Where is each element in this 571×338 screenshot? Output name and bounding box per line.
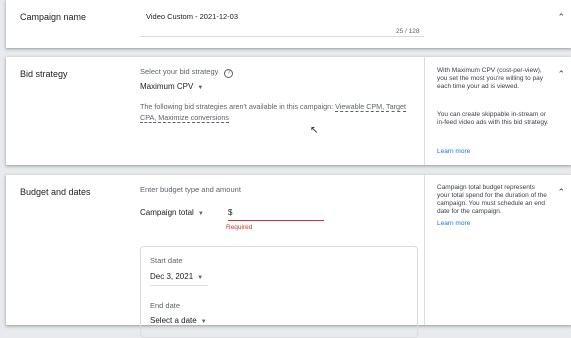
budget-dates-card: Budget and dates Enter budget type and a… [6, 175, 571, 338]
bid-strategy-card: Bid strategy Select your bid strategy ? … [6, 57, 571, 165]
chevron-up-icon[interactable]: ⌃ [557, 12, 565, 23]
caret-down-icon: ▼ [197, 211, 204, 217]
campaign-name-char-count: 25 / 128 [396, 28, 420, 35]
chevron-up-icon[interactable]: ⌃ [557, 69, 565, 80]
campaign-name-title: Campaign name [20, 12, 87, 22]
budget-type-select[interactable]: Campaign total ▼ [140, 208, 204, 217]
bid-strategy-selected: Maximum CPV [140, 82, 194, 91]
bid-strategy-select[interactable]: Maximum CPV ▼ [140, 82, 203, 91]
budget-prompt: Enter budget type and amount [140, 185, 241, 194]
budget-amount-input[interactable]: $ [228, 205, 324, 221]
start-date-select[interactable]: Dec 3, 2021 ▼ [150, 272, 208, 286]
chevron-up-icon[interactable]: ⌃ [557, 187, 565, 198]
unavailable-text: The following bid strategies aren't avai… [140, 102, 334, 111]
date-picker-box: Start date Dec 3, 2021 ▼ End date Select … [140, 246, 418, 338]
unavailable-maximize-conversions[interactable]: Maximize conversions [158, 113, 229, 123]
caret-down-icon: ▼ [197, 275, 204, 281]
unavailable-viewable-cpm[interactable]: Viewable CPM, [335, 102, 385, 112]
budget-required-error: Required [226, 224, 253, 231]
bid-learn-more-link[interactable]: Learn more [437, 148, 549, 156]
campaign-name-value: Video Custom - 2021-12-03 [146, 12, 238, 21]
start-date-value: Dec 3, 2021 [150, 272, 194, 281]
campaign-name-card: Campaign name Video Custom - 2021-12-03 … [6, 0, 571, 48]
budget-type-value: Campaign total [140, 208, 194, 217]
bid-help-text-1: With Maximum CPV (cost-per-view), you se… [437, 67, 544, 90]
budget-learn-more-link[interactable]: Learn more [437, 220, 549, 228]
budget-help-text: Campaign total budget represents your to… [437, 184, 547, 215]
caret-down-icon: ▼ [200, 319, 207, 325]
unavailable-strategies: The following bid strategies aren't avai… [140, 101, 416, 123]
end-date-select[interactable]: Select a date ▼ [150, 316, 207, 325]
help-circle-icon[interactable]: ? [224, 69, 234, 78]
budget-help-panel: Campaign total budget represents your to… [424, 175, 571, 325]
bid-strategy-title: Bid strategy [20, 69, 68, 79]
caret-down-icon: ▼ [197, 85, 204, 91]
currency-symbol: $ [228, 208, 233, 217]
bid-strategy-prompt-row: Select your bid strategy ? [140, 67, 234, 78]
bid-help-text-2: You can create skippable in-stream or in… [437, 111, 549, 126]
mouse-cursor-icon: ↖ [310, 125, 319, 136]
bid-strategy-help-panel: With Maximum CPV (cost-per-view), you se… [424, 57, 571, 165]
bid-strategy-prompt: Select your bid strategy [140, 67, 219, 76]
start-date-label: Start date [150, 256, 183, 265]
campaign-name-input[interactable]: Video Custom - 2021-12-03 [140, 8, 424, 37]
budget-dates-title: Budget and dates [20, 187, 91, 197]
end-date-label: End date [150, 301, 181, 310]
end-date-value: Select a date [150, 316, 197, 325]
